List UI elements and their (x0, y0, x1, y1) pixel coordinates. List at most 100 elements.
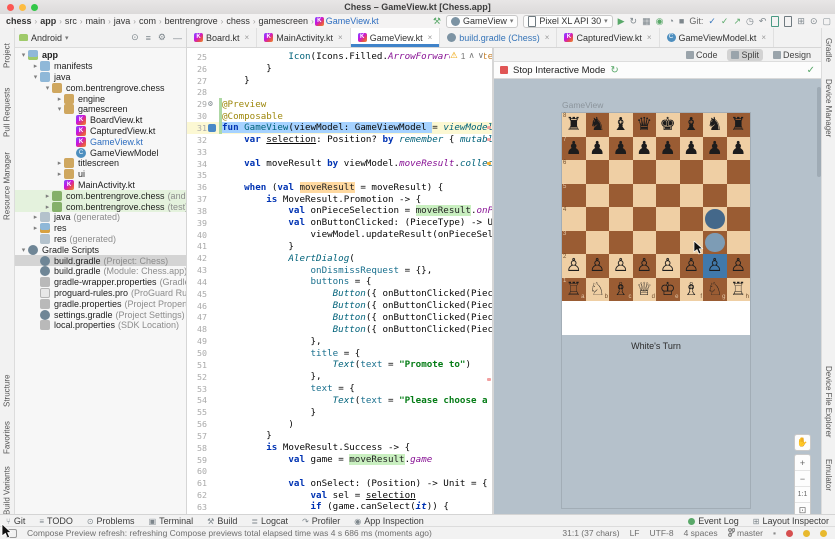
tool-button-app-inspection[interactable]: ◉App Inspection (354, 516, 424, 526)
tree-item-build-gradle[interactable]: build.gradle(Project: Chess) (15, 255, 186, 266)
zoom-out-button[interactable]: − (795, 471, 810, 487)
tree-item-res[interactable]: res(generated) (15, 234, 186, 245)
close-tab-icon[interactable]: × (545, 33, 550, 42)
board-square[interactable]: ♟7 (562, 137, 586, 161)
board-square[interactable] (656, 231, 680, 255)
tree-item-build-gradle[interactable]: build.gradle(Module: Chess.app) (15, 266, 186, 277)
line-number[interactable]: 33 (187, 147, 207, 157)
encoding-indicator[interactable]: UTF-8 (650, 528, 674, 538)
code-line-36[interactable]: 36 when (val moveResult = moveResult) { (187, 181, 492, 193)
board-square[interactable] (680, 184, 704, 208)
board-square[interactable]: ♟ (586, 137, 610, 161)
board-square[interactable] (727, 160, 751, 184)
tree-item-local-properties[interactable]: local.properties(SDK Location) (15, 320, 186, 331)
search-everywhere-icon[interactable]: ⊙ (810, 16, 818, 26)
build-hammer-icon[interactable]: ⚒ (433, 16, 441, 26)
line-number[interactable]: 25 (187, 52, 207, 62)
code-line-32[interactable]: 32 var selection: Position? by remember … (187, 134, 492, 146)
line-ending-indicator[interactable]: LF (630, 528, 640, 538)
code-line-40[interactable]: 40 viewModel.updateResult(onPieceSelecti… (187, 229, 492, 241)
tool-button-layout-inspector[interactable]: ⊞ Layout Inspector (753, 516, 829, 526)
board-square[interactable] (656, 160, 680, 184)
tree-item-com-bentrengrove-chess[interactable]: ▸com.bentrengrove.chess(androidTest) (15, 190, 186, 201)
tree-item-com-bentrengrove-chess[interactable]: ▸com.bentrengrove.chess(test) (15, 201, 186, 212)
code-line-42[interactable]: 42 AlertDialog( (187, 252, 492, 264)
settings-gear-icon[interactable]: ⚙ (158, 32, 166, 43)
line-number[interactable]: 35 (187, 170, 207, 180)
line-number[interactable]: 49 (187, 336, 207, 346)
tool-stripe-button-device-file-explorer[interactable]: Device File Explorer (822, 358, 835, 446)
code-line-31[interactable]: 31fun GameView(viewModel: GameViewModel … (187, 122, 492, 134)
tool-button-todo[interactable]: ≡TODO (39, 516, 73, 526)
board-square[interactable] (633, 184, 657, 208)
tree-item-boardview-kt[interactable]: KBoardView.kt (15, 115, 186, 126)
line-number[interactable]: 31 (187, 123, 207, 133)
lock-icon[interactable]: ▪ (773, 528, 776, 538)
code-line-25[interactable]: 25 Icon(Icons.Filled.ArrowForward, conte… (187, 51, 492, 63)
tool-stripe-button-resource-manager[interactable]: Resource Manager (0, 146, 14, 226)
tree-arrow-icon[interactable]: ▸ (31, 213, 40, 221)
breadcrumb-item[interactable]: java (112, 16, 133, 26)
board-square[interactable]: ♙ (633, 254, 657, 278)
tool-stripe-button-gradle[interactable]: Gradle (822, 30, 835, 70)
line-number[interactable]: 34 (187, 159, 207, 169)
line-number[interactable]: 55 (187, 407, 207, 417)
git-update-icon[interactable]: ✓ (708, 16, 716, 26)
tree-item-java[interactable]: ▸java(generated) (15, 212, 186, 223)
line-number[interactable]: 58 (187, 443, 207, 453)
code-line-35[interactable]: 35 (187, 169, 492, 181)
tree-arrow-icon[interactable]: ▸ (55, 95, 64, 103)
breadcrumb-item[interactable]: chess (4, 16, 34, 26)
refresh-icon[interactable]: ↻ (610, 65, 618, 76)
board-square[interactable]: ♟ (656, 137, 680, 161)
editor-tab-gameviewmodel-kt[interactable]: CGameViewModel.kt× (660, 28, 775, 47)
inspection-widget[interactable]: ⚠ 1 ∧ ∨ (450, 50, 484, 61)
tree-item-manifests[interactable]: ▸manifests (15, 61, 186, 72)
git-push-icon[interactable]: ↗ (733, 16, 741, 26)
tool-button-profiler[interactable]: ↷Profiler (302, 516, 340, 526)
tree-arrow-icon[interactable]: ▾ (31, 73, 40, 81)
line-number[interactable]: 29 (187, 99, 207, 109)
chevron-down-icon[interactable]: ▾ (65, 34, 69, 42)
pan-tool-button[interactable]: ✋ (794, 434, 811, 451)
board-square[interactable] (609, 231, 633, 255)
line-number[interactable]: 32 (187, 135, 207, 145)
tree-item-res[interactable]: ▸res (15, 223, 186, 234)
tool-stripe-button-device-manager[interactable]: Device Manager (822, 72, 835, 144)
code-line-51[interactable]: 51 Text(text = "Promote to") (187, 359, 492, 371)
preview-mode-split[interactable]: Split (727, 49, 763, 61)
code-line-56[interactable]: 56 ) (187, 418, 492, 430)
line-number[interactable]: 59 (187, 455, 207, 465)
sdk-manager-icon[interactable]: ⊞ (797, 16, 805, 26)
tree-arrow-icon[interactable]: ▸ (55, 170, 64, 178)
git-commit-icon[interactable]: ✓ (721, 16, 729, 26)
breadcrumb-item[interactable]: chess (224, 16, 252, 26)
tree-item-mainactivity-kt[interactable]: KMainActivity.kt (15, 180, 186, 191)
board-square[interactable]: ♗c (609, 278, 633, 302)
device-manager-icon[interactable] (771, 16, 779, 27)
code-line-57[interactable]: 57 } (187, 430, 492, 442)
line-number[interactable]: 38 (187, 206, 207, 216)
tool-button-terminal[interactable]: ▣Terminal (149, 516, 194, 526)
debug-icon[interactable]: ◉ (656, 16, 664, 26)
close-tab-icon[interactable]: × (428, 33, 433, 42)
code-line-54[interactable]: 54 Text(text = "Please choose a piece ty… (187, 394, 492, 406)
board-square[interactable] (633, 160, 657, 184)
line-number[interactable]: 47 (187, 312, 207, 322)
editor-tab-board-kt[interactable]: KBoard.kt× (187, 28, 257, 47)
tree-item-com-bentrengrove-chess[interactable]: ▾com.bentrengrove.chess (15, 82, 186, 93)
line-number[interactable]: 51 (187, 360, 207, 370)
avd-manager-icon[interactable] (784, 16, 792, 27)
board-square[interactable] (727, 231, 751, 255)
run-button[interactable]: ▶ (618, 16, 625, 26)
tree-item-gradle-wrapper-properties[interactable]: gradle-wrapper.properties(Gradle Version (15, 277, 186, 288)
code-line-52[interactable]: 52 }, (187, 371, 492, 383)
tree-arrow-icon[interactable]: ▸ (43, 192, 52, 200)
indent-indicator[interactable]: 4 spaces (684, 528, 718, 538)
line-number[interactable]: 26 (187, 64, 207, 74)
board-square[interactable]: ♙2 (562, 254, 586, 278)
preview-canvas[interactable]: GameView ♜8♞♝♛♚♝♞♜♟7♟♟♟♟♟♟♟6543♙2♙♙♙♙♙♙♙… (494, 79, 821, 515)
line-number[interactable]: 37 (187, 194, 207, 204)
line-number[interactable]: 28 (187, 87, 207, 97)
tree-arrow-icon[interactable]: ▾ (55, 105, 64, 113)
